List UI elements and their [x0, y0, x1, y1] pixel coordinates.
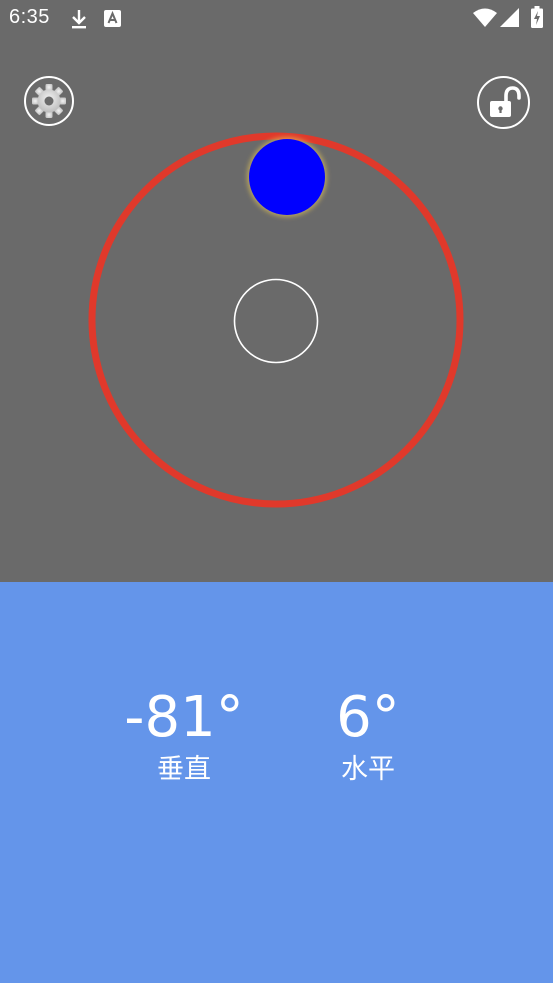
horizontal-angle-value: 6° — [336, 685, 400, 750]
bubble-level — [88, 132, 464, 508]
horizontal-reading: 6° 水平 — [298, 686, 438, 788]
readings-panel: -81° 垂直 6° 水平 — [0, 582, 553, 983]
vertical-angle-value: -81° — [124, 685, 244, 750]
horizontal-label: 水平 — [341, 754, 395, 785]
level-bubble — [249, 139, 325, 215]
center-marker — [233, 278, 319, 364]
vertical-reading: -81° 垂直 — [104, 686, 264, 788]
vertical-label: 垂直 — [157, 754, 211, 785]
